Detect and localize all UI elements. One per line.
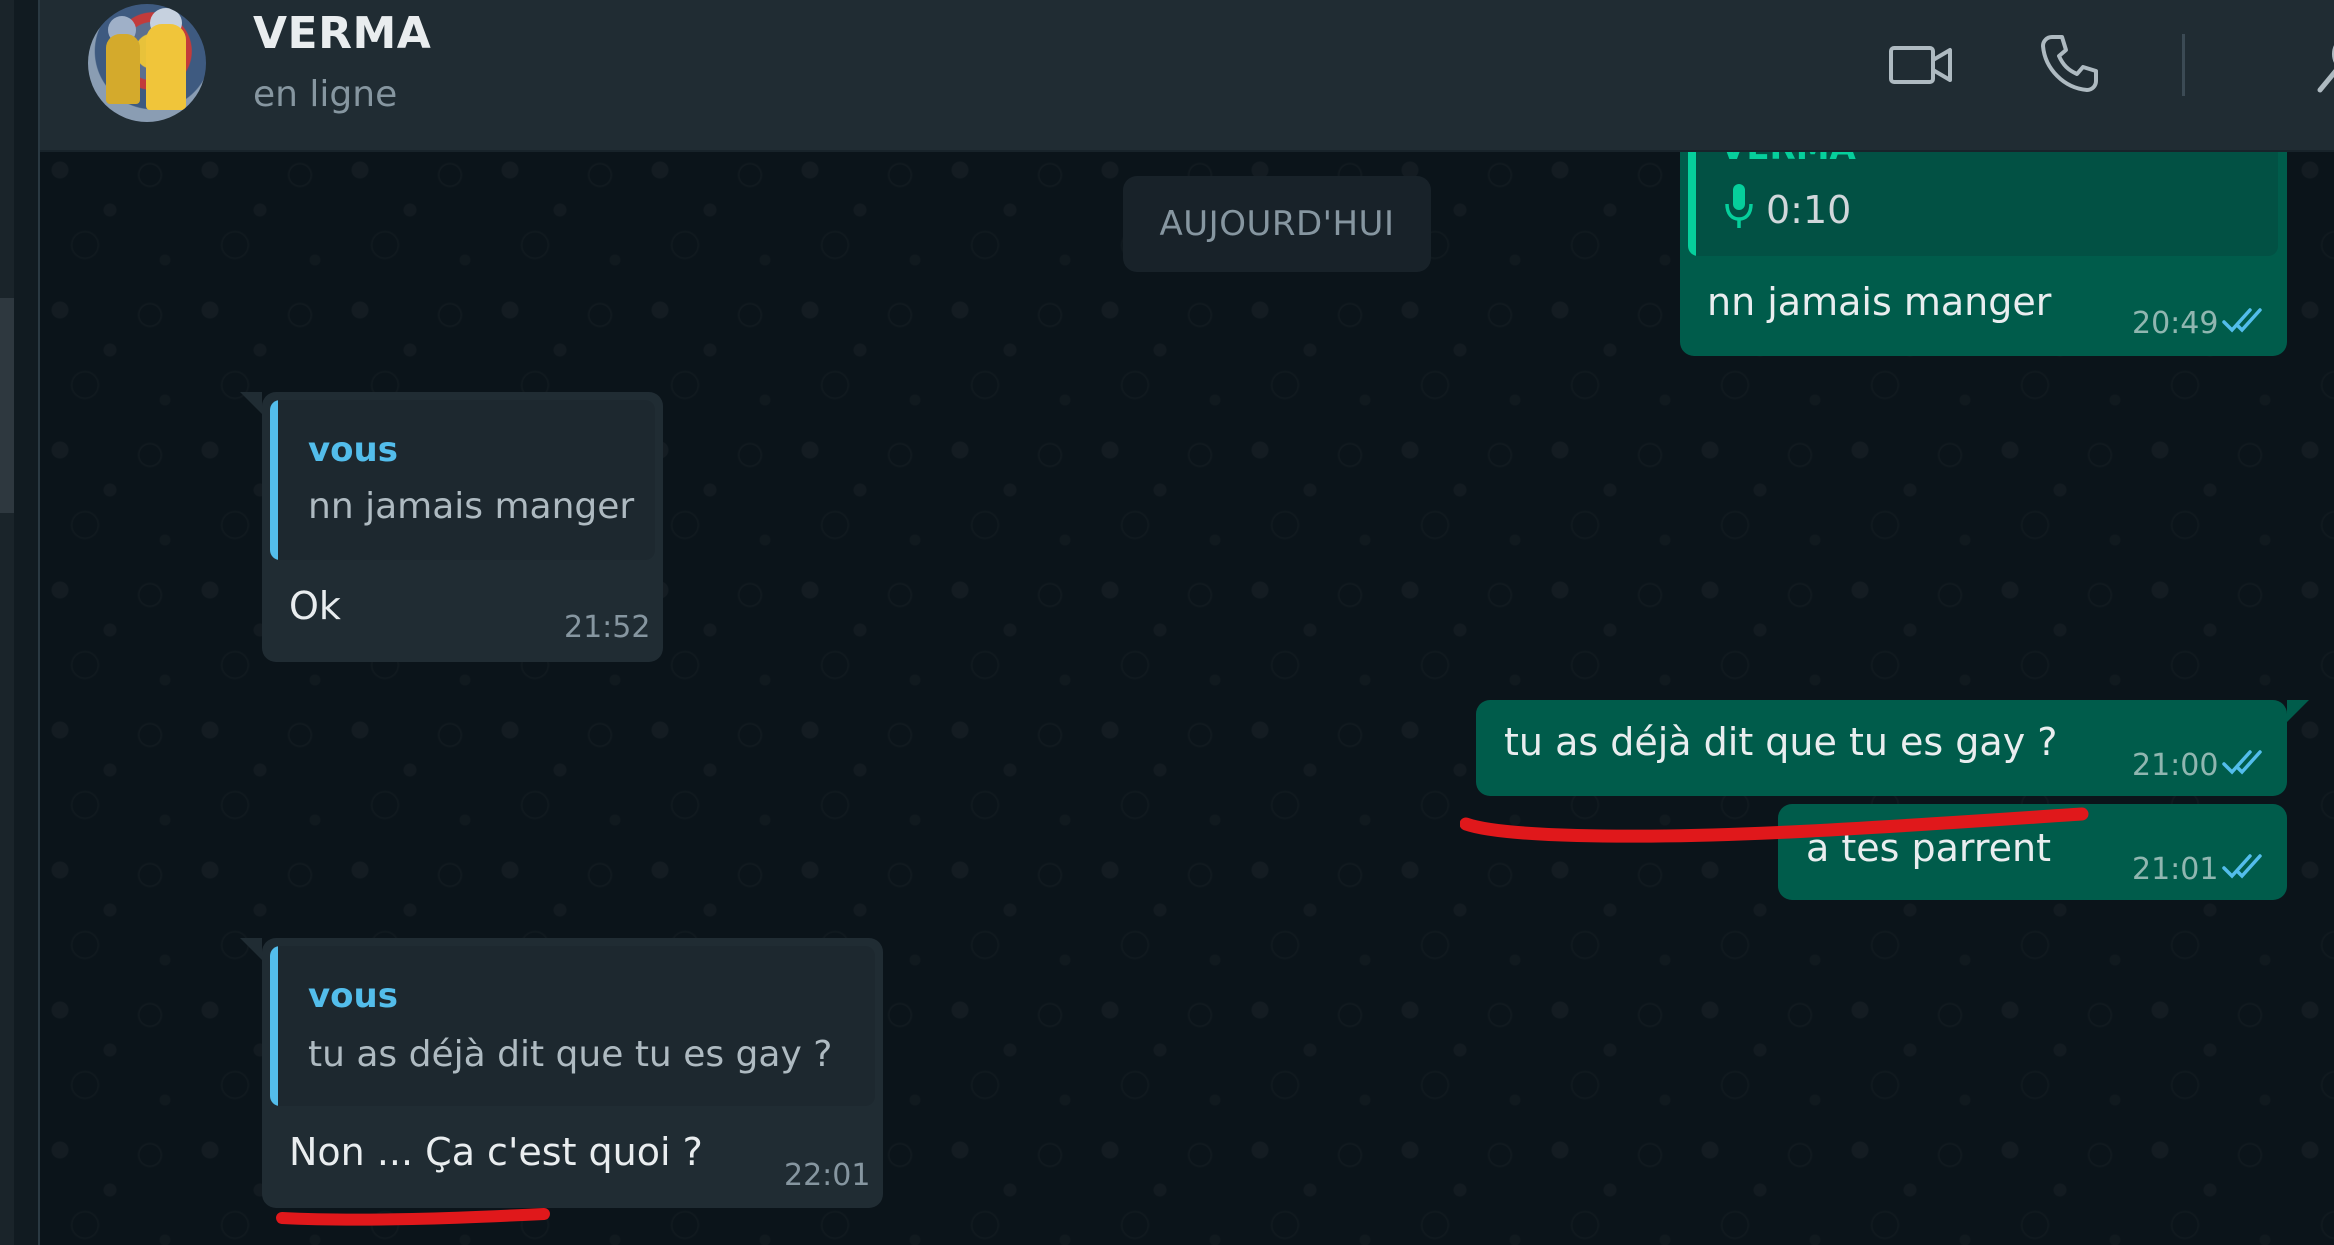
message-text: Ok [289, 584, 341, 628]
outgoing-message[interactable]: tu as déjà dit que tu es gay ? 21:00 [1476, 700, 2287, 796]
bubble-tail [240, 938, 262, 960]
chat-list-edge [0, 0, 40, 1245]
message-text: Non ... Ça c'est quoi ? [289, 1130, 703, 1174]
quoted-message[interactable]: vous nn jamais manger [270, 400, 655, 560]
message-time: 22:01 [784, 1158, 871, 1193]
message-text: nn jamais manger [1707, 280, 2052, 324]
quote-bar [270, 946, 278, 1106]
microphone-icon [1724, 182, 1754, 234]
message-text: tu as déjà dit que tu es gay ? [1504, 720, 2058, 764]
read-receipt-icon [2222, 748, 2268, 782]
message-time: 21:00 [2132, 748, 2219, 783]
search-icon[interactable] [2316, 30, 2334, 100]
quote-text: tu as déjà dit que tu es gay ? [308, 1034, 833, 1075]
header-divider [2182, 34, 2185, 96]
video-call-icon[interactable] [1888, 40, 1954, 94]
whatsapp-chat-window: VERMA en ligne AUJOURD'HUI VERMA [0, 0, 2334, 1245]
scrollbar-track[interactable] [0, 0, 14, 1245]
quote-text: nn jamais manger [308, 486, 635, 527]
quote-bar [270, 400, 278, 560]
quoted-message[interactable]: vous tu as déjà dit que tu es gay ? [270, 946, 875, 1106]
outgoing-message[interactable]: a tes parrent 21:01 [1778, 804, 2287, 900]
voice-call-icon[interactable] [2038, 32, 2100, 98]
read-receipt-icon [2222, 306, 2268, 340]
avatar[interactable] [88, 4, 206, 122]
chat-header[interactable]: VERMA en ligne [40, 0, 2334, 152]
voice-duration: 0:10 [1766, 188, 1852, 232]
contact-status: en ligne [253, 74, 398, 115]
contact-name[interactable]: VERMA [253, 8, 431, 59]
scrollbar-thumb[interactable] [0, 298, 14, 513]
message-time: 21:01 [2132, 852, 2219, 887]
incoming-message[interactable]: vous nn jamais manger Ok 21:52 [262, 392, 663, 662]
read-receipt-icon [2222, 852, 2268, 886]
avatar-figure [106, 34, 140, 104]
message-time: 21:52 [564, 610, 651, 645]
message-time: 20:49 [2132, 306, 2219, 341]
date-separator: AUJOURD'HUI [1123, 176, 1431, 272]
avatar-figure [146, 24, 186, 110]
quote-author: vous [308, 430, 398, 470]
bubble-tail [240, 392, 262, 414]
message-text: a tes parrent [1806, 826, 2052, 870]
incoming-message[interactable]: vous tu as déjà dit que tu es gay ? Non … [262, 938, 883, 1208]
bubble-tail [2287, 700, 2309, 722]
quote-author: vous [308, 976, 398, 1016]
